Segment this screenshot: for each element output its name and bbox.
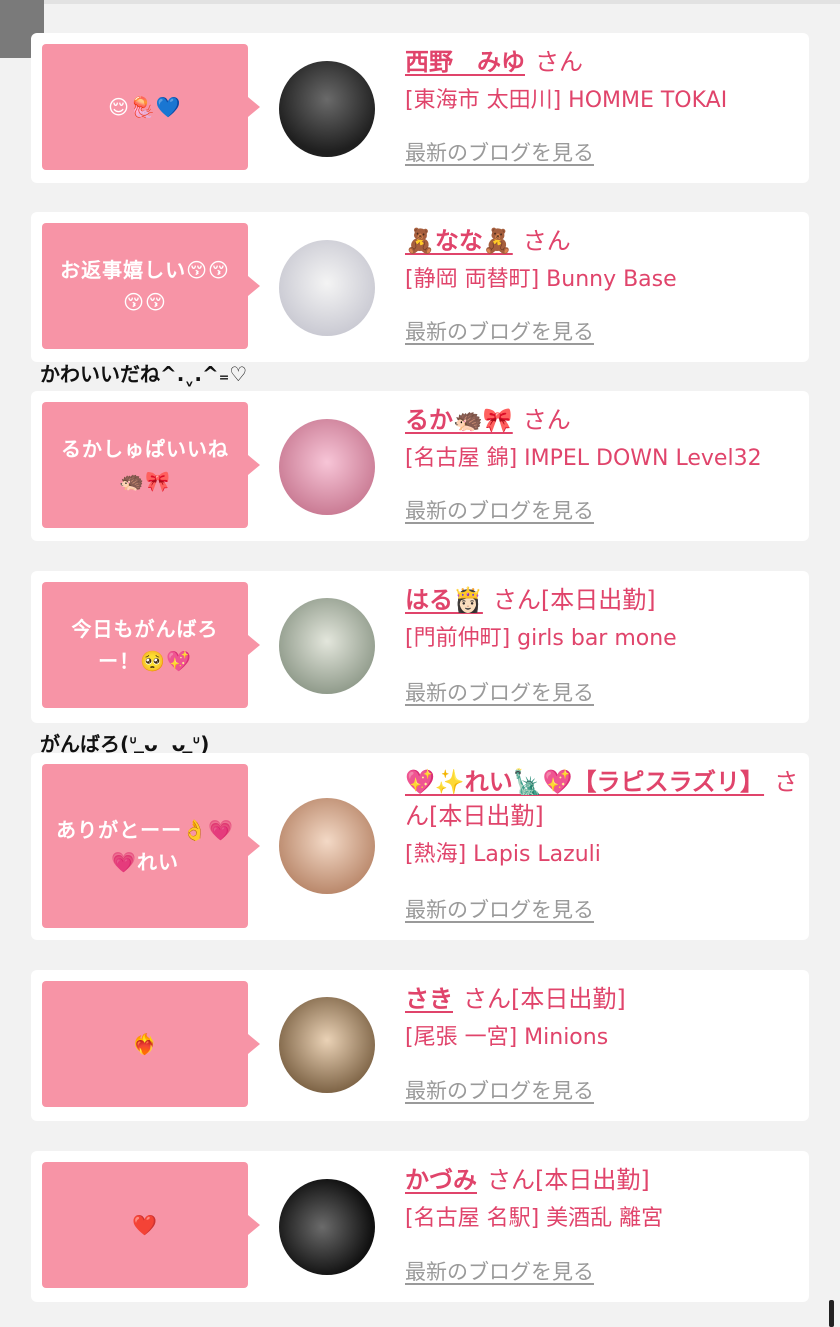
cast-name-link[interactable]: 西野 みゆ: [405, 48, 525, 76]
message-bubble: お返事嬉しい😚😚😚😚: [42, 223, 260, 349]
san-label: さん: [522, 406, 571, 434]
shop-label: [東海市 太田川] HOMME TOKAI: [405, 88, 728, 113]
message-card: お返事嬉しい😚😚😚😚 🧸なな🧸 さん [静岡 両替町] Bunny Base 最新…: [31, 212, 809, 362]
message-card: 今日もがんばろー！🥺💖 はる👸🏻 さん[本日出勤] [門前仲町] girls ba…: [31, 571, 809, 723]
cast-name-link[interactable]: かづみ: [405, 1166, 477, 1194]
avatar[interactable]: [279, 798, 375, 894]
shop-label: [名古屋 錦] IMPEL DOWN Level32: [405, 446, 762, 471]
message-bubble: るかしゅぱいいね🦔🎀: [42, 402, 260, 528]
latest-blog-link[interactable]: 最新のブログを見る: [405, 677, 594, 707]
status-label: [本日出勤]: [540, 586, 656, 614]
message-card: ❤️ かづみ さん[本日出勤] [名古屋 名駅] 美酒乱 離宮 最新のブログを見る: [31, 1151, 809, 1302]
message-bubble: ❤️‍🔥: [42, 981, 260, 1107]
message-card: ありがとーー👌💗💗れい 💖✨れい🗽💖【ラピスラズリ】 さん[本日出勤] [熱海] …: [31, 753, 809, 940]
shop-label: [熱海] Lapis Lazuli: [405, 842, 601, 867]
shop-label: [門前仲町] girls bar mone: [405, 626, 677, 651]
message-card: ❤️‍🔥 さき さん[本日出勤] [尾張 一宮] Minions 最新のブログを見…: [31, 970, 809, 1121]
cast-name-link[interactable]: さき: [405, 985, 453, 1013]
message-bubble: ありがとーー👌💗💗れい: [42, 764, 260, 928]
status-label: [本日出勤]: [429, 802, 544, 830]
cast-name-link[interactable]: るか🦔🎀: [405, 406, 513, 434]
avatar[interactable]: [279, 598, 375, 694]
avatar[interactable]: [279, 1179, 375, 1275]
latest-blog-link[interactable]: 最新のブログを見る: [405, 1075, 594, 1105]
latest-blog-link[interactable]: 最新のブログを見る: [405, 894, 594, 924]
top-strip: [44, 0, 840, 4]
san-label: さん: [535, 48, 583, 76]
status-label: [本日出勤]: [535, 1166, 650, 1194]
shop-label: [静岡 両替町] Bunny Base: [405, 267, 677, 292]
latest-blog-link[interactable]: 最新のブログを見る: [405, 1256, 594, 1286]
san-label: さん: [463, 985, 511, 1013]
message-bubble: ❤️: [42, 1162, 260, 1288]
reply-text: かわいいだね^.ˬ.^₌♡: [40, 362, 248, 386]
shop-label: [尾張 一宮] Minions: [405, 1025, 609, 1050]
san-label: さん: [492, 586, 541, 614]
cast-name-link[interactable]: 🧸なな🧸: [405, 227, 513, 255]
message-card: 😌🪼💙 西野 みゆ さん [東海市 太田川] HOMME TOKAI 最新のブログ…: [31, 33, 809, 183]
message-bubble: 今日もがんばろー！🥺💖: [42, 582, 260, 708]
avatar[interactable]: [279, 419, 375, 515]
san-label: さん: [487, 1166, 535, 1194]
message-card: るかしゅぱいいね🦔🎀 るか🦔🎀 さん [名古屋 錦] IMPEL DOWN Lev…: [31, 391, 809, 541]
avatar[interactable]: [279, 997, 375, 1093]
scrollbar[interactable]: [829, 1300, 834, 1327]
avatar[interactable]: [279, 61, 375, 157]
status-label: [本日出勤]: [511, 985, 626, 1013]
avatar[interactable]: [279, 240, 375, 336]
latest-blog-link[interactable]: 最新のブログを見る: [405, 316, 594, 346]
latest-blog-link[interactable]: 最新のブログを見る: [405, 495, 594, 525]
latest-blog-link[interactable]: 最新のブログを見る: [405, 137, 594, 167]
cast-name-link[interactable]: 💖✨れい🗽💖【ラピスラズリ】: [405, 768, 764, 796]
cast-name-link[interactable]: はる👸🏻: [405, 586, 483, 614]
shop-label: [名古屋 名駅] 美酒乱 離宮: [405, 1206, 664, 1231]
message-bubble: 😌🪼💙: [42, 44, 260, 170]
san-label: さん: [522, 227, 571, 255]
